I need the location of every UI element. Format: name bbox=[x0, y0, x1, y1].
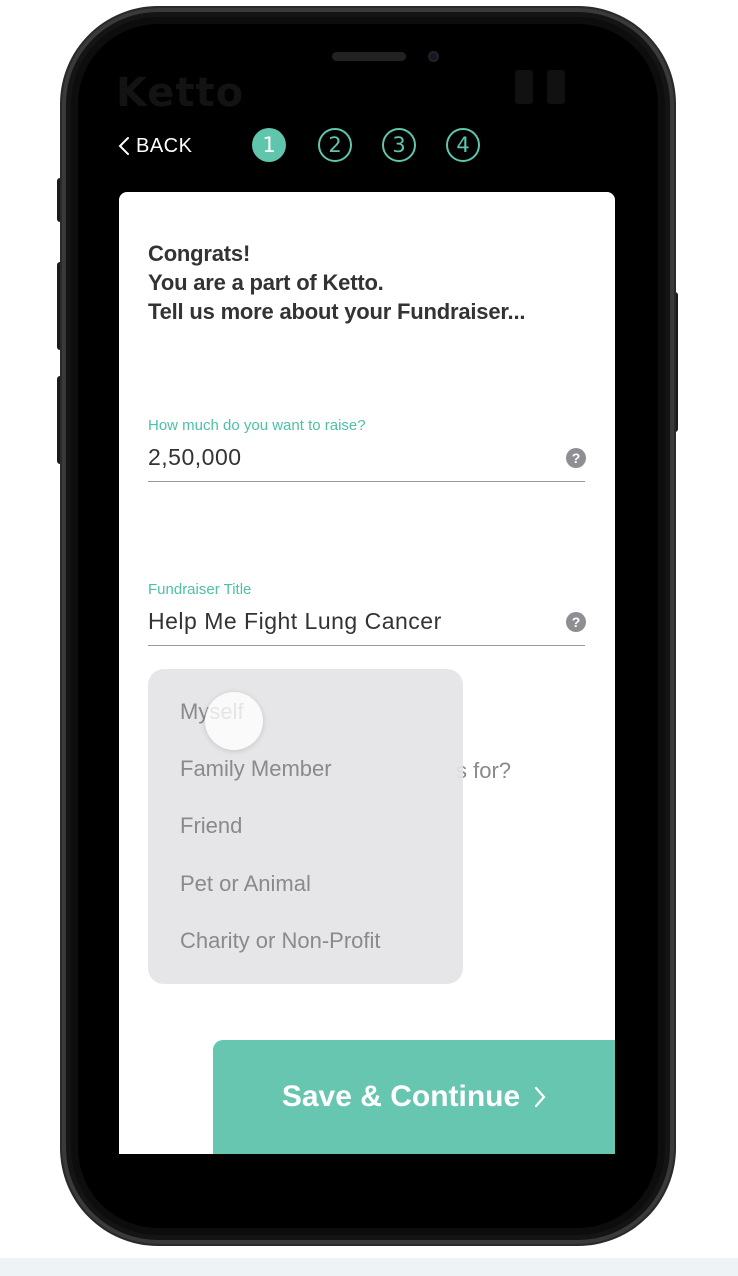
amount-input[interactable]: 2,50,000 bbox=[148, 444, 242, 471]
option-friend[interactable]: Friend bbox=[180, 813, 242, 839]
heading-line-1: Congrats! bbox=[148, 241, 251, 266]
step-2[interactable]: 2 bbox=[318, 128, 352, 162]
heading-line-2: You are a part of Ketto. bbox=[148, 270, 384, 295]
speaker bbox=[332, 52, 406, 61]
title-help-icon[interactable]: ? bbox=[566, 612, 586, 632]
option-pet-or-animal[interactable]: Pet or Animal bbox=[180, 871, 311, 897]
heading-line-3: Tell us more about your Fundraiser... bbox=[148, 299, 526, 324]
step-1[interactable]: 1 bbox=[252, 128, 286, 162]
amount-underline bbox=[148, 481, 585, 482]
save-continue-label: Save & Continue bbox=[281, 1080, 521, 1113]
back-label: BACK bbox=[136, 134, 193, 157]
option-charity-or-non-profit[interactable]: Charity or Non-Profit bbox=[180, 928, 381, 954]
app-logo: Ketto bbox=[116, 70, 245, 116]
step-3[interactable]: 3 bbox=[382, 128, 416, 162]
chevron-left-icon bbox=[118, 137, 129, 155]
save-continue-button[interactable]: Save & Continue bbox=[213, 1040, 615, 1154]
beneficiary-question: s for? bbox=[456, 758, 512, 783]
back-button[interactable]: BACK bbox=[118, 133, 192, 159]
touch-indicator bbox=[205, 692, 263, 750]
option-family-member[interactable]: Family Member bbox=[180, 756, 332, 782]
amount-help-icon[interactable]: ? bbox=[566, 448, 586, 468]
page-background-strip bbox=[0, 1258, 738, 1276]
form-heading: Congrats! You are a part of Ketto. Tell … bbox=[148, 239, 525, 326]
header-icons bbox=[515, 70, 615, 110]
title-underline bbox=[148, 645, 585, 646]
amount-label: How much do you want to raise? bbox=[148, 417, 366, 434]
camera bbox=[428, 51, 439, 62]
title-input[interactable]: Help Me Fight Lung Cancer bbox=[148, 608, 442, 635]
beneficiary-dropdown: Myself Family Member Friend Pet or Anima… bbox=[148, 669, 463, 984]
fundraiser-form-card: Congrats! You are a part of Ketto. Tell … bbox=[119, 192, 615, 1154]
title-label: Fundraiser Title bbox=[148, 581, 252, 598]
step-4[interactable]: 4 bbox=[446, 128, 480, 162]
chevron-right-icon bbox=[535, 1086, 546, 1108]
